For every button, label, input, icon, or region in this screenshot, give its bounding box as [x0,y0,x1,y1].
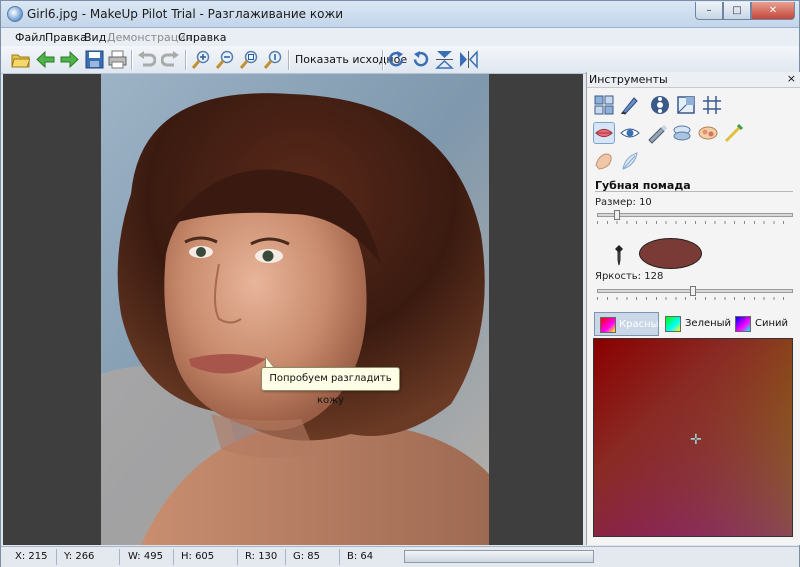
tab-green-channel[interactable]: Зеленый [663,312,732,336]
status-separator [237,549,238,565]
menu-view[interactable]: Вид [84,31,106,44]
print-icon[interactable] [108,50,127,69]
feather-brush-icon[interactable] [619,150,641,172]
menu-file[interactable]: Файл [15,31,45,44]
progress-bar [404,550,594,563]
size-slider-thumb[interactable] [614,210,620,220]
layout-grid-icon[interactable] [593,94,615,116]
forward-arrow-icon[interactable] [60,50,79,69]
status-blue: B: 64 [347,551,374,562]
flip-vertical-icon[interactable] [435,50,454,69]
rotate-left-icon[interactable] [411,50,430,69]
window-title: Girl6.jpg - MakeUp Pilot Trial - Разглаж… [27,7,344,21]
size-label: Размер: 10 [595,197,652,208]
save-icon[interactable] [85,50,104,69]
toolbar-separator [382,50,384,70]
status-height: H: 605 [181,551,215,562]
redo-icon[interactable] [161,50,180,69]
blue-channel-swatch [735,316,751,332]
toolbar-separator [185,50,187,70]
eyedropper-icon[interactable] [613,244,625,266]
eyeliner-pencil-icon[interactable] [645,122,667,144]
toolbar-separator [131,50,133,70]
menu-edit[interactable]: Правка [45,31,87,44]
tab-red-channel[interactable]: Красный [594,312,665,336]
undo-icon[interactable] [137,50,156,69]
eye-icon[interactable] [619,122,641,144]
status-bar: X: 215 Y: 266 W: 495 H: 605 R: 130 G: 85… [1,546,799,567]
grid-hash-icon[interactable] [701,94,723,116]
title-bar[interactable]: Girl6.jpg - MakeUp Pilot Trial - Разглаж… [1,1,799,28]
size-slider-ticks [597,221,793,224]
size-slider[interactable] [597,213,793,217]
blush-palette-icon[interactable] [697,122,719,144]
status-separator [119,549,120,565]
minimize-button[interactable]: – [695,2,723,20]
menu-help[interactable]: Справка [178,31,226,44]
back-arrow-icon[interactable] [36,50,55,69]
panel-close-icon[interactable]: × [787,72,796,85]
selected-color-swatch[interactable] [639,238,702,269]
status-green: G: 85 [293,551,321,562]
tab-blue-channel[interactable]: Синий [733,312,795,336]
blue-channel-label: Синий [755,318,789,329]
tools-panel-header: Инструменты × [587,72,800,88]
flip-horizontal-icon[interactable] [459,50,478,69]
canvas-tooltip: Попробуем разгладить кожу [261,367,400,406]
status-separator [285,549,286,565]
app-icon [7,6,23,22]
open-folder-icon[interactable] [11,50,30,69]
retouch-brush-icon[interactable] [619,94,641,116]
status-separator [173,549,174,565]
status-y: Y: 266 [64,551,95,562]
crop-frame-icon[interactable] [675,94,697,116]
red-channel-label: Красный [619,319,666,330]
zoom-in-icon[interactable] [192,50,211,69]
film-reel-icon[interactable] [649,94,671,116]
section-divider [595,191,793,192]
toolbar-separator [288,50,290,70]
status-x: X: 215 [15,551,48,562]
status-width: W: 495 [128,551,163,562]
toolbar: Показать исходное [1,46,799,74]
lips-icon[interactable] [593,122,615,144]
color-picker-field[interactable]: ✛ [593,338,793,537]
powder-compact-icon[interactable] [671,122,693,144]
close-button[interactable]: ✕ [751,2,795,20]
green-channel-label: Зеленый [685,318,732,329]
zoom-fit-icon[interactable] [240,50,259,69]
skin-smoothing-icon[interactable] [593,150,615,172]
portrait-photo-image[interactable] [101,74,489,545]
tools-panel-title: Инструменты [589,73,668,86]
photo-canvas[interactable] [101,74,489,545]
brightness-label: Яркость: 128 [595,271,664,282]
green-channel-swatch [665,316,681,332]
red-channel-swatch [600,317,616,333]
zoom-actual-icon[interactable] [264,50,283,69]
maximize-button[interactable]: □ [723,2,751,20]
tools-panel: Инструменты × Губная помада Размер: 10 Я… [586,72,800,545]
mascara-brush-icon[interactable] [723,122,745,144]
image-workspace[interactable]: Попробуем разгладить кожу [3,74,583,545]
app-window: Girl6.jpg - MakeUp Pilot Trial - Разглаж… [0,0,800,567]
zoom-out-icon[interactable] [216,50,235,69]
status-red: R: 130 [245,551,278,562]
status-separator [339,549,340,565]
brightness-slider-ticks [597,297,793,300]
rotate-right-icon[interactable] [387,50,406,69]
crosshair-icon: ✛ [690,432,702,448]
status-separator [56,549,57,565]
menu-bar: Файл Правка Вид Демонстрация Справка [1,28,799,46]
brightness-slider-thumb[interactable] [690,286,696,296]
